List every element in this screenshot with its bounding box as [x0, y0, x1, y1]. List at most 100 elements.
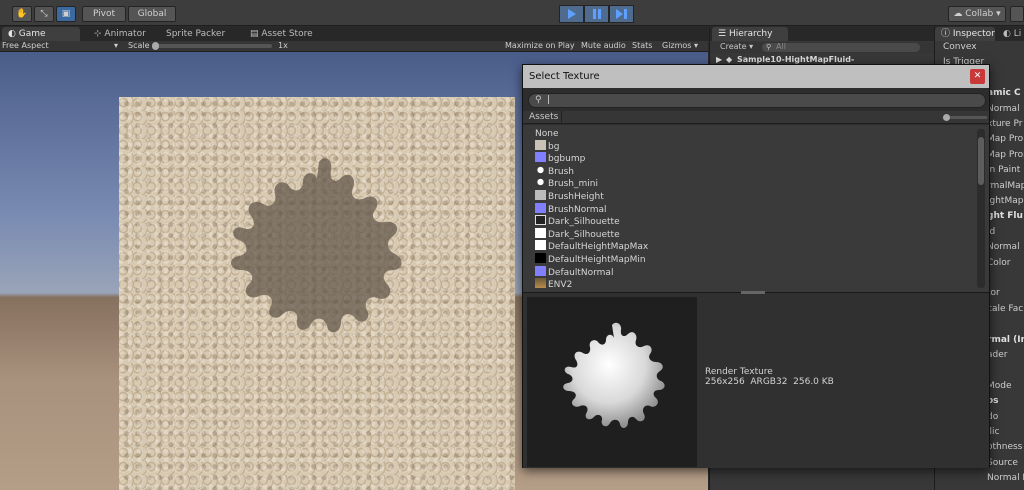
texture-thumbnail-icon — [535, 139, 546, 150]
inspector-row: Source — [987, 457, 1018, 468]
tab-game[interactable]: ◐ Game — [2, 27, 80, 41]
scale-label: Scale — [128, 41, 150, 50]
asset-item[interactable]: Brush — [535, 164, 574, 177]
asset-item[interactable]: BrushHeight — [535, 190, 604, 202]
inspector-row: rmalMap — [987, 180, 1024, 191]
asset-item-label: Dark_Silhouette — [548, 217, 620, 228]
asset-item[interactable]: bgbump — [535, 152, 585, 164]
inspector-row: os — [987, 396, 999, 407]
inspector-row: in Paint — [987, 165, 1021, 176]
step-button[interactable] — [609, 5, 634, 23]
tab-animator[interactable]: ⊹ Animator — [88, 27, 158, 41]
inspector-row: llic — [987, 427, 1000, 437]
rect-transform-tool-icon[interactable]: ▣ — [56, 6, 76, 22]
asset-item[interactable]: Dark_Silhouette — [535, 215, 620, 227]
asset-item-label: bg — [548, 141, 560, 152]
account-button[interactable] — [1010, 6, 1024, 22]
dialog-title: Select Texture — [529, 71, 600, 82]
inspector-row: Map Prop — [987, 149, 1024, 160]
global-button[interactable]: Global — [128, 6, 176, 22]
game-tabbar: ◐ Game ⊹ Animator Sprite Packer ▤ Asset … — [0, 27, 708, 41]
asset-item[interactable]: DefaultNormal — [535, 265, 613, 278]
stats-toggle[interactable]: Stats — [632, 41, 652, 51]
tab-sprite-packer[interactable]: Sprite Packer — [160, 27, 240, 41]
asset-item-label: None — [535, 129, 559, 139]
inspector-row: Mode — [987, 380, 1012, 391]
collab-button[interactable]: ☁ Collab ▾ — [948, 6, 1006, 22]
close-button[interactable]: ✕ — [970, 69, 985, 84]
icon-size-slider-thumb[interactable] — [943, 114, 950, 121]
pivot-button[interactable]: Pivot — [82, 6, 126, 22]
play-button[interactable] — [559, 5, 584, 23]
asset-list-scrollbar[interactable] — [977, 129, 985, 288]
pause-icon — [593, 9, 601, 19]
asset-item[interactable]: ENV2 — [535, 278, 572, 290]
icon-size-slider[interactable] — [943, 114, 987, 121]
asset-item[interactable]: DefaultHeightMapMax — [535, 240, 648, 252]
tab-assets[interactable]: Assets — [529, 112, 558, 122]
create-dropdown[interactable]: Create ▾ — [720, 42, 753, 52]
asset-item[interactable]: DefaultHeightMapMin — [535, 253, 646, 265]
texture-info: Render Texture 256x256 ARGB32 256.0 KB — [705, 367, 834, 387]
splitter-handle[interactable] — [741, 291, 765, 294]
scale-slider-thumb[interactable] — [152, 42, 159, 50]
assets-tabbar: Assets — [523, 111, 989, 124]
close-icon: ✕ — [973, 71, 982, 81]
tab-inspector[interactable]: ⓘ Inspector — [935, 27, 995, 41]
hierarchy-search-input[interactable]: ⚲ All — [762, 42, 920, 52]
dialog-title-bar[interactable]: Select Texture ✕ — [523, 65, 989, 88]
rect-tool-icon[interactable]: ✋ — [12, 6, 32, 22]
inspector-row: ightMap — [987, 196, 1024, 206]
asset-item[interactable]: Dark_Silhouette — [535, 227, 620, 240]
create-label: Create — [720, 42, 747, 51]
inspector-row: Convex — [943, 42, 977, 52]
hierarchy-toolbar: Create ▾ ⚲ All — [710, 42, 935, 53]
asset-list: None bg bgbump Brush Brush_mini BrushHeight Br… — [523, 125, 989, 292]
texture-thumbnail-icon — [535, 152, 546, 163]
tab-asset-store-label: Asset Store — [261, 29, 313, 39]
gizmos-label: Gizmos — [662, 41, 692, 50]
silhouette-texture-icon — [535, 215, 546, 226]
select-texture-dialog: Select Texture ✕ ⚲ | Assets None bg bgbump… — [522, 64, 990, 468]
aspect-dropdown[interactable]: Free Aspect ▾ — [2, 41, 120, 51]
tab-asset-store[interactable]: ▤ Asset Store — [244, 27, 324, 41]
environment-texture-icon — [535, 278, 546, 289]
asset-item[interactable]: BrushNormal — [535, 202, 607, 215]
tab-hierarchy-label: Hierarchy — [728, 29, 773, 39]
asset-item-label: Dark_Silhouette — [548, 229, 620, 240]
brush-texture-icon — [535, 164, 546, 175]
texture-thumbnail-icon — [535, 202, 546, 213]
asset-item-label: BrushNormal — [548, 204, 607, 215]
asset-item[interactable]: bg — [535, 139, 560, 152]
asset-item[interactable]: None — [535, 127, 558, 139]
scale-value: 1x — [278, 41, 288, 50]
inspector-row: othness — [987, 442, 1023, 453]
tab-lighting[interactable]: ◐ Li — [997, 27, 1024, 41]
gizmos-dropdown[interactable]: Gizmos ▾ — [662, 41, 698, 51]
asset-item[interactable]: Brush_mini — [535, 177, 598, 189]
game-view-bar: Free Aspect ▾ Scale 1x Maximize on Play M… — [0, 41, 708, 52]
scale-tool-icon[interactable]: ⤡ — [34, 6, 54, 22]
pause-button[interactable] — [584, 5, 609, 23]
inspector-row: ght Flu — [987, 211, 1023, 222]
tab-hierarchy[interactable]: ☰ Hierarchy — [712, 27, 788, 41]
scrollbar-thumb[interactable] — [978, 137, 984, 185]
collab-label: Collab — [965, 9, 994, 19]
inspector-row: xture Pr — [987, 119, 1023, 129]
texture-search-input[interactable]: ⚲ | — [528, 93, 986, 108]
tab-divider — [561, 111, 562, 124]
mute-audio-toggle[interactable]: Mute audio — [581, 41, 626, 51]
hierarchy-search-placeholder: All — [776, 42, 786, 51]
chevron-down-icon: ▾ — [114, 41, 119, 50]
inspector-row: Normal — [987, 103, 1020, 114]
texture-thumbnail-icon — [535, 240, 546, 251]
asset-item-label: bgbump — [548, 154, 586, 165]
brush-texture-icon — [535, 177, 546, 188]
inspector-row: Color — [987, 257, 1011, 268]
maximize-on-play-toggle[interactable]: Maximize on Play — [505, 41, 575, 51]
inspector-row: amic C — [987, 88, 1021, 99]
inspector-row: rmal (In — [987, 334, 1024, 345]
scale-slider[interactable] — [152, 42, 272, 50]
inspector-row: id — [987, 226, 996, 237]
texture-details: 256x256 ARGB32 256.0 KB — [705, 377, 834, 387]
